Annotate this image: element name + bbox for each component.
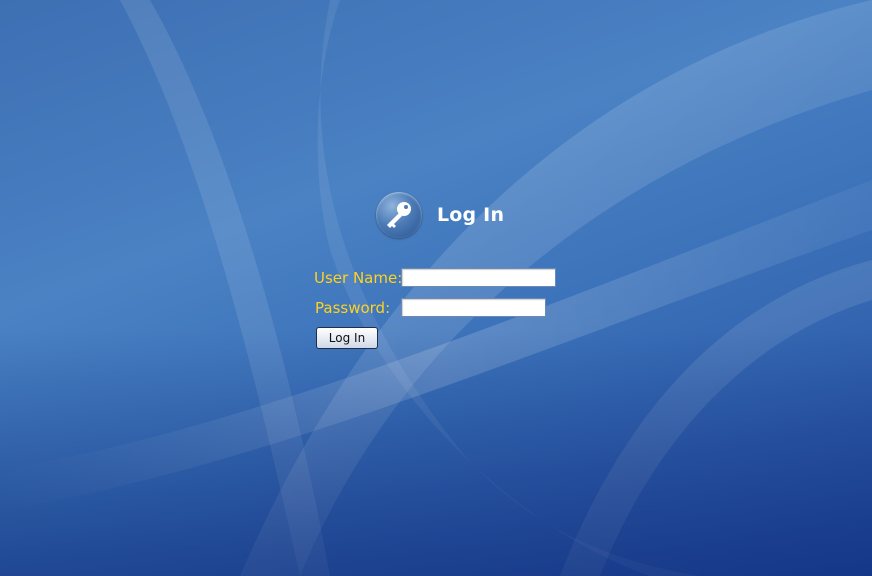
login-button[interactable]: Log In xyxy=(316,327,378,349)
password-field[interactable] xyxy=(401,298,546,317)
wallpaper-background xyxy=(0,0,872,576)
key-icon xyxy=(376,192,422,238)
username-field[interactable] xyxy=(401,268,556,287)
login-header: Log In xyxy=(376,192,504,238)
page-title: Log In xyxy=(437,204,505,226)
password-label: Password: xyxy=(315,299,391,317)
username-label: User Name: xyxy=(314,269,403,287)
